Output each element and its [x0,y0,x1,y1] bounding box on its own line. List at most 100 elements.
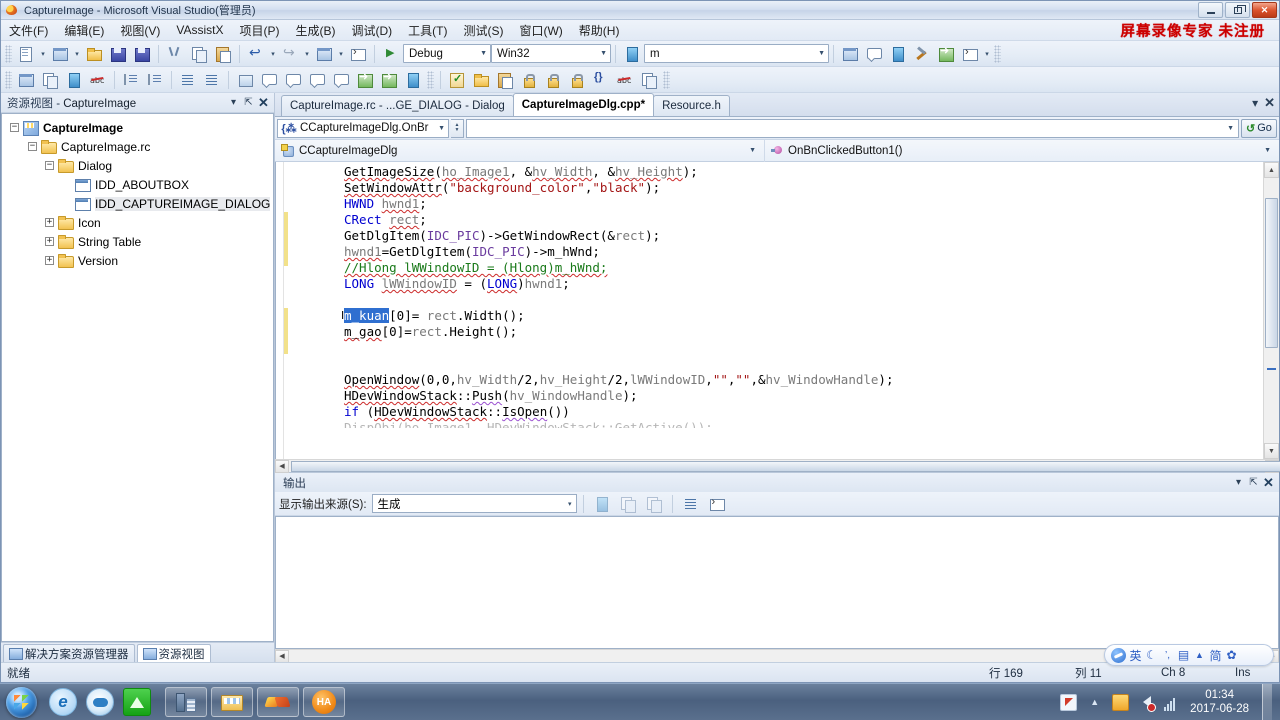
taskbar-explorer[interactable] [211,687,253,717]
code-line[interactable]: OpenWindow(0,0,hv_Width/2,hv_Height/2,lW… [288,372,1263,388]
tree-node-captureimage-rc[interactable]: − CaptureImage.rc [6,137,273,156]
toolbar-grip[interactable] [427,70,434,89]
pin-icon[interactable]: ⇱ [241,95,256,111]
navigate-backward-icon[interactable] [313,43,335,65]
menu-tools[interactable]: 工具(T) [400,20,455,41]
code-editor[interactable]: GetImageSize(ho_Image1, &hv_Width, &hv_H… [275,162,1279,459]
class-combo[interactable]: CCaptureImageDlg ▼ [275,139,765,162]
restore-button[interactable] [1225,2,1250,18]
chevron-down-icon[interactable]: ▼ [600,45,607,62]
redo-dropdown-icon[interactable]: ▾ [302,43,312,65]
lock-closed-icon[interactable] [566,69,588,91]
code-line[interactable]: hwnd1=GetDlgItem(IDC_PIC)->m_hWnd; [288,244,1263,260]
menu-window[interactable]: 窗口(W) [511,20,570,41]
browser-cloud-icon[interactable] [86,688,114,716]
expander-icon[interactable]: + [43,235,56,248]
find-message-icon[interactable] [591,493,613,515]
symbol-lock-icon[interactable] [518,69,540,91]
next-message-icon[interactable] [643,493,665,515]
dock-tab-resource-view[interactable]: 资源视图 [136,644,211,662]
find-magnifier-icon[interactable] [402,69,424,91]
code-line[interactable]: HWND hwnd1; [288,196,1263,212]
sogou-ime-bar[interactable]: 英 ☾ ’, ▤ ▲ 简 ✿ [1104,644,1274,666]
previous-message-icon[interactable] [617,493,639,515]
close-icon[interactable]: ✕ [256,95,271,111]
vertical-scroll-thumb[interactable] [1265,198,1278,348]
output-panel-body[interactable] [275,516,1279,649]
tray-clock[interactable]: 01:34 2017-06-28 [1190,688,1249,716]
panel-dropdown-icon[interactable]: ▾ [226,95,241,111]
scroll-left-icon[interactable]: ◀ [275,649,289,663]
lock-open-icon[interactable] [542,69,564,91]
command-window-icon[interactable] [959,43,981,65]
panel-dropdown-icon[interactable]: ▾ [1231,475,1246,491]
scissors-icon[interactable] [164,43,186,65]
simplified-chinese-label[interactable]: 简 [1209,647,1222,664]
paste-icon[interactable] [212,43,234,65]
expander-icon[interactable]: + [43,254,56,267]
chevron-down-icon[interactable]: ▼ [434,125,445,132]
tree-node-captureimage[interactable]: − CaptureImage [6,118,273,137]
save-icon[interactable] [107,43,129,65]
symbol-spinner[interactable]: ▲ ▼ [451,118,464,138]
vassistx-find-input[interactable]: ▼ [466,118,1239,138]
code-text-surface[interactable]: GetImageSize(ho_Image1, &hv_Width, &hv_H… [288,162,1263,459]
expander-icon[interactable]: + [43,216,56,229]
command-window-dropdown-icon[interactable]: ▾ [982,43,992,65]
solution-platform-combo[interactable]: Win32 ▼ [491,44,611,63]
soft-keyboard-icon[interactable]: ▤ [1177,648,1190,662]
chevron-down-icon[interactable]: ▼ [1264,147,1275,154]
class-view-icon[interactable] [15,69,37,91]
tree-node-dialog[interactable]: − Dialog [6,156,273,175]
bookmark-square-icon[interactable] [234,69,256,91]
new-project-icon[interactable] [49,43,71,65]
clipboard-copy-icon[interactable] [638,69,660,91]
menu-help[interactable]: 帮助(H) [571,20,628,41]
code-line[interactable] [288,340,1263,356]
show-desktop-button[interactable] [1262,683,1272,720]
arrow-select-icon[interactable] [63,69,85,91]
code-line[interactable]: LONG lWWindowID = (LONG)hwnd1; [288,276,1263,292]
scroll-up-icon[interactable]: ▲ [1264,162,1279,178]
undo-dropdown-icon[interactable]: ▾ [268,43,278,65]
dock-tab-solution-explorer[interactable]: 解决方案资源管理器 [3,644,135,662]
collapse-left-icon[interactable] [354,69,376,91]
find-combo[interactable]: m ▼ [644,44,829,63]
internet-explorer-icon[interactable]: e [49,688,77,716]
tree-node-string-table[interactable]: + String Table [6,232,273,251]
toolbox-wrench-icon[interactable] [911,43,933,65]
tray-action-center-icon[interactable] [1112,693,1130,711]
expander-icon[interactable]: − [26,140,39,153]
properties-window-icon[interactable] [863,43,885,65]
close-icon[interactable]: ✕ [1261,475,1276,491]
scroll-down-icon[interactable]: ▼ [1264,443,1279,459]
word-wrap-icon[interactable] [706,493,728,515]
tray-network-icon[interactable] [1164,694,1181,711]
comment-lines-icon[interactable] [177,69,199,91]
chevron-down-icon[interactable]: ▼ [480,45,487,62]
code-braces-icon[interactable] [590,69,612,91]
start-orb-button[interactable] [6,686,37,718]
code-line[interactable]: //Hlong lWWindowID = (Hlong)m_hWnd; [288,260,1263,276]
code-vertical-scrollbar[interactable]: ▲ ▼ [1263,162,1279,459]
symbol-scope-combo[interactable]: {⁂ CCaptureImageDlg.OnBr ▼ [277,118,449,138]
bookmark-prev-icon[interactable] [282,69,304,91]
chevron-down-icon[interactable]: ▾ [568,500,572,508]
solution-configuration-combo[interactable]: Debug ▼ [403,44,491,63]
member-combo[interactable]: OnBnClickedButton1() ▼ [765,140,1279,162]
paste-brush-icon[interactable] [494,69,516,91]
user-account-icon[interactable]: ▲ [1193,650,1206,660]
open-folder-icon[interactable] [470,69,492,91]
font-size-icon[interactable] [87,69,109,91]
code-line[interactable]: HDevWindowStack::Push(hv_WindowHandle); [288,388,1263,404]
code-line[interactable]: m_kuan[0]= rect.Width(); [288,308,1263,324]
spellcheck-abc-icon[interactable] [614,69,636,91]
tray-volume-muted-icon[interactable] [1138,694,1157,712]
tray-show-hidden-icon[interactable]: ▲ [1086,694,1103,711]
chevron-down-icon[interactable]: ▼ [1227,125,1234,132]
start-debugging-play-icon[interactable] [380,43,402,65]
spinner-down-icon[interactable]: ▼ [455,128,460,133]
tree-node-idd-aboutbox[interactable]: IDD_ABOUTBOX [6,175,273,194]
tab-captureimagedlg-cpp[interactable]: CaptureImageDlg.cpp* [512,93,655,116]
object-browser-icon[interactable] [887,43,909,65]
